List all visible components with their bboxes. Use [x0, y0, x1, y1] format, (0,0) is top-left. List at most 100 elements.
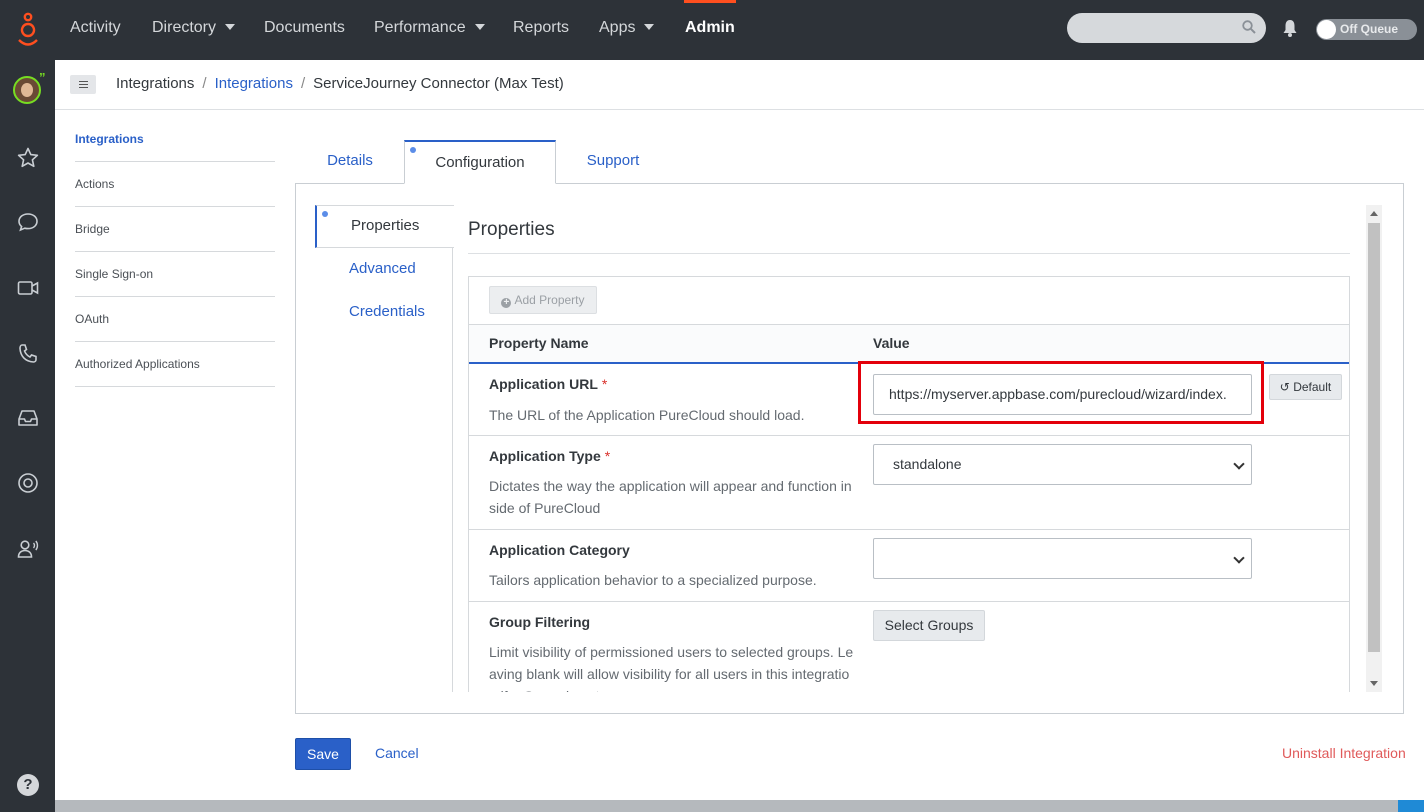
breadcrumb: Integrations / Integrations / ServiceJourney…	[116, 60, 564, 108]
nav-reports-label: Reports	[513, 19, 570, 36]
add-property-label: Add Property	[514, 293, 585, 307]
application-category-select[interactable]	[873, 538, 1252, 579]
queue-toggle[interactable]: Off Queue	[1316, 19, 1417, 40]
property-description: Limit visibility of permissioned users t…	[489, 644, 854, 692]
select-groups-button[interactable]: Select Groups	[873, 610, 985, 641]
nav-activity-label: Activity	[70, 19, 121, 36]
sidenav-item-integrations[interactable]: Integrations	[75, 117, 275, 162]
sidenav-item-single-sign-on[interactable]: Single Sign-on	[75, 252, 275, 297]
nav-directory[interactable]: Directory	[152, 0, 236, 60]
required-marker: *	[601, 376, 608, 392]
avatar-face	[21, 83, 33, 97]
subtab-properties-label: Properties	[351, 217, 420, 234]
application-type-value: standalone	[893, 456, 962, 472]
property-name-label: Application URL	[489, 376, 598, 392]
column-header-value: Value	[873, 335, 910, 351]
subtab-properties[interactable]: Properties	[315, 205, 454, 248]
properties-title: Properties	[468, 219, 555, 240]
phone-icon[interactable]	[16, 342, 40, 366]
help-icon[interactable]: ?	[17, 774, 39, 796]
inbox-icon[interactable]	[16, 406, 40, 430]
breadcrumb-link-integrations[interactable]: Integrations	[215, 75, 293, 92]
sidenav-item-authorized-applications[interactable]: Authorized Applications	[75, 342, 275, 387]
nav-apps-label: Apps	[599, 19, 636, 36]
highlight-box	[858, 361, 1264, 424]
nav-performance[interactable]: Performance	[374, 0, 485, 60]
required-marker: *	[604, 448, 611, 464]
genesys-logo-icon[interactable]	[14, 12, 42, 48]
scrollbar[interactable]	[1366, 205, 1382, 692]
search-icon[interactable]	[1242, 20, 1256, 34]
nav-admin-label: Admin	[685, 19, 735, 36]
undo-icon: ↺	[1279, 380, 1290, 394]
nav-documents[interactable]: Documents	[264, 0, 345, 60]
tab-configuration[interactable]: Configuration	[404, 140, 556, 184]
property-name: Application Category	[489, 542, 630, 558]
nav-documents-label: Documents	[264, 19, 345, 36]
breadcrumb-current: ServiceJourney Connector (Max Test)	[313, 75, 564, 92]
scroll-up-arrow-icon[interactable]	[1370, 211, 1378, 216]
property-description: The URL of the Application PureCloud sho…	[489, 407, 805, 423]
toggle-knob	[1317, 20, 1336, 39]
bell-icon[interactable]	[1282, 18, 1298, 38]
hamburger-line	[79, 81, 88, 82]
breadcrumb-separator: /	[300, 75, 306, 92]
subtab-advanced-label: Advanced	[349, 260, 416, 277]
nav-admin[interactable]: Admin	[684, 0, 736, 60]
property-name: Application Type *	[489, 448, 610, 464]
uninstall-integration-link[interactable]: Uninstall Integration	[1282, 745, 1406, 761]
sidenav-item-oauth[interactable]: OAuth	[75, 297, 275, 342]
hamburger-menu-button[interactable]	[70, 75, 96, 94]
add-property-button[interactable]: + Add Property	[489, 286, 597, 314]
table-row: Group Filtering Limit visibility of perm…	[469, 602, 1349, 692]
breadcrumb-root: Integrations	[116, 75, 195, 92]
cancel-link[interactable]: Cancel	[375, 745, 419, 761]
breadcrumb-bar: Integrations / Integrations / ServiceJourney…	[55, 60, 1424, 110]
chat-icon[interactable]	[16, 210, 40, 234]
video-icon[interactable]	[16, 276, 40, 300]
unsaved-dot-icon	[322, 211, 328, 217]
bottom-status-bar	[55, 800, 1398, 812]
chevron-down-icon	[474, 24, 485, 30]
nav-activity[interactable]: Activity	[70, 0, 121, 60]
properties-table: + Add Property Property Name Value Applic…	[468, 276, 1350, 692]
property-description: Tailors application behavior to a specia…	[489, 572, 817, 588]
subtab-advanced[interactable]: Advanced	[315, 249, 453, 292]
nav-apps[interactable]: Apps	[599, 0, 655, 60]
tab-support[interactable]: Support	[570, 140, 656, 184]
default-button[interactable]: ↺ Default	[1269, 374, 1342, 400]
lifebuoy-icon[interactable]	[16, 471, 40, 495]
subtab-credentials-label: Credentials	[349, 303, 425, 320]
plus-circle-icon: +	[501, 298, 512, 308]
table-row: Application Type * Dictates the way the a…	[469, 436, 1349, 530]
avatar[interactable]	[13, 76, 41, 104]
tab-details[interactable]: Details	[305, 140, 395, 184]
scrollbar-thumb[interactable]	[1368, 223, 1380, 652]
search-input[interactable]	[1067, 13, 1266, 43]
nav-reports[interactable]: Reports	[513, 0, 569, 60]
chevron-down-icon	[644, 24, 655, 30]
user-voice-icon[interactable]	[16, 537, 40, 561]
admin-side-nav: Integrations Actions Bridge Single Sign-…	[75, 117, 275, 387]
property-name-label: Application Type	[489, 448, 601, 464]
nav-directory-label: Directory	[152, 19, 217, 36]
queue-toggle-label: Off Queue	[1340, 22, 1399, 36]
bottom-accent-bar	[1398, 800, 1424, 812]
scroll-down-arrow-icon[interactable]	[1370, 681, 1378, 686]
property-description: Dictates the way the application will ap…	[489, 478, 852, 516]
top-navigation-bar: Activity Directory Documents Performance…	[0, 0, 1424, 60]
application-type-select[interactable]: standalone	[873, 444, 1252, 485]
chevron-down-icon	[225, 24, 236, 30]
sidenav-item-actions[interactable]: Actions	[75, 162, 275, 207]
chevron-down-icon	[1233, 458, 1245, 470]
star-icon[interactable]	[16, 146, 40, 170]
tab-configuration-label: Configuration	[435, 154, 525, 171]
status-quote-icon: ”	[39, 70, 46, 85]
default-button-label: Default	[1293, 380, 1332, 394]
properties-content: Properties + Add Property Property Name V…	[454, 205, 1366, 692]
subtab-credentials[interactable]: Credentials	[315, 292, 453, 335]
column-header-property-name: Property Name	[489, 335, 589, 351]
save-button[interactable]: Save	[295, 738, 351, 770]
unsaved-dot-icon	[410, 147, 416, 153]
sidenav-item-bridge[interactable]: Bridge	[75, 207, 275, 252]
